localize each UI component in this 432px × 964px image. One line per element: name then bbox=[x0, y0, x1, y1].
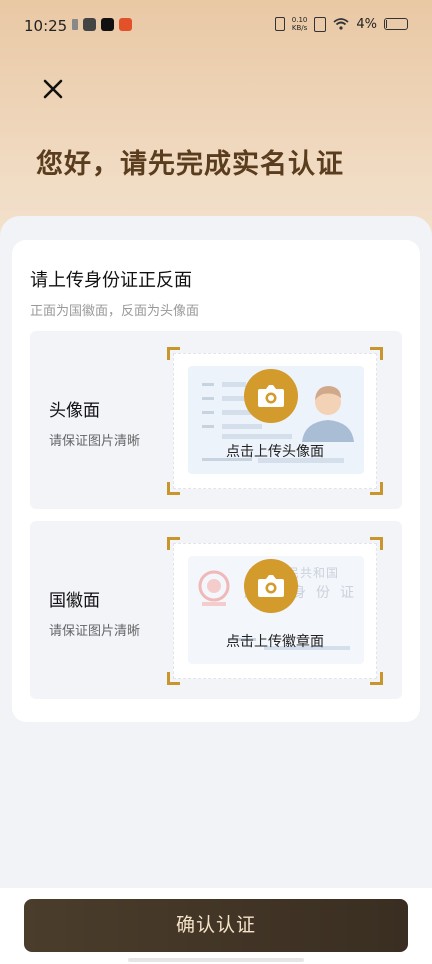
net-speed-unit: KB/s bbox=[291, 24, 308, 32]
upload-card: 请上传身份证正反面 正面为国徽面，反面为头像面 头像面 请保证图片清晰 点击上传… bbox=[12, 240, 420, 722]
card-subtitle: 正面为国徽面，反面为头像面 bbox=[30, 304, 200, 319]
portrait-upload-text: 点击上传头像面 bbox=[226, 444, 324, 460]
app-icon bbox=[119, 18, 132, 31]
close-icon bbox=[43, 79, 63, 99]
emblem-upload-panel: 国徽面 请保证图片清晰 中华人民共和国 居民身份证 bbox=[30, 521, 402, 699]
status-bar: 10:25 0.10 KB/s 4% bbox=[0, 0, 432, 50]
portrait-upload-panel: 头像面 请保证图片清晰 点击上传头像面 bbox=[30, 331, 402, 509]
net-speed: 0.10 KB/s bbox=[292, 16, 308, 32]
emblem-label: 国徽面 bbox=[49, 591, 100, 611]
camera-icon bbox=[258, 385, 284, 407]
page-title: 您好，请先完成实名认证 bbox=[36, 149, 344, 180]
confirm-button[interactable]: 确认认证 bbox=[24, 899, 408, 952]
camera-button[interactable] bbox=[244, 559, 298, 613]
wifi-icon bbox=[333, 18, 349, 30]
portrait-upload-area[interactable]: 点击上传头像面 bbox=[167, 347, 383, 495]
home-indicator bbox=[128, 958, 304, 962]
notification-icons bbox=[72, 18, 132, 31]
close-button[interactable] bbox=[36, 72, 70, 106]
card-title: 请上传身份证正反面 bbox=[30, 270, 192, 291]
sim-icon bbox=[72, 19, 78, 30]
vibrate-icon bbox=[274, 17, 285, 31]
message-icon bbox=[83, 18, 96, 31]
net-speed-value: 0.10 bbox=[291, 16, 308, 24]
camera-button[interactable] bbox=[244, 369, 298, 423]
tiktok-icon bbox=[101, 18, 114, 31]
battery-icon bbox=[384, 18, 408, 30]
emblem-upload-text: 点击上传徽章面 bbox=[226, 634, 324, 650]
portrait-hint: 请保证图片清晰 bbox=[49, 434, 141, 449]
portrait-label: 头像面 bbox=[49, 401, 100, 421]
emblem-hint: 请保证图片清晰 bbox=[49, 624, 141, 639]
status-right: 0.10 KB/s 4% bbox=[274, 16, 408, 32]
status-time: 10:25 bbox=[24, 17, 68, 35]
emblem-upload-area[interactable]: 中华人民共和国 居民身份证 点击上传徽章面 bbox=[167, 537, 383, 685]
battery-percent: 4% bbox=[356, 16, 377, 32]
camera-icon bbox=[258, 575, 284, 597]
sim-off-icon bbox=[314, 16, 327, 32]
battery-level bbox=[386, 20, 387, 28]
